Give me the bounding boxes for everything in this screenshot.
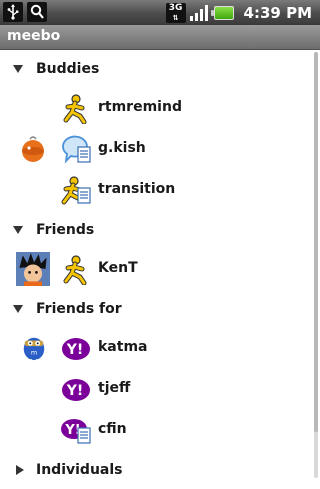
app-title: meebo — [7, 28, 61, 44]
svg-text:Y!: Y! — [66, 383, 84, 399]
usb-icon — [3, 2, 23, 22]
svg-text:m: m — [31, 349, 37, 357]
notification-area — [3, 2, 47, 22]
expanded-arrow-icon — [13, 65, 23, 73]
network-3g-icon: 3G ⇅ — [165, 2, 186, 23]
buddy-row-cfin[interactable]: Y! cfin — [0, 410, 320, 451]
buddy-list[interactable]: Buddies rtmremind g.kish transition Frie… — [0, 50, 320, 489]
status-bar: 3G ⇅ 4:39 PM — [0, 0, 320, 25]
group-header-friends-for[interactable]: Friends for — [0, 290, 320, 328]
buddy-name: KenT — [98, 260, 138, 276]
buddy-name: katma — [98, 339, 148, 355]
group-label: Individuals — [36, 462, 123, 478]
buddy-row-rtmremind[interactable]: rtmremind — [0, 88, 320, 129]
buddy-row-katma[interactable]: m Y! katma — [0, 328, 320, 369]
buddy-name: cfin — [98, 421, 127, 437]
buddy-name: g.kish — [98, 140, 146, 156]
expanded-arrow-icon — [13, 226, 23, 234]
battery-icon — [210, 5, 234, 20]
buddy-name: tjeff — [98, 380, 131, 396]
expanded-arrow-icon — [13, 305, 23, 313]
group-label: Friends for — [36, 301, 122, 317]
buddy-row-tjeff[interactable]: Y! tjeff — [0, 369, 320, 410]
network-label: 3G — [168, 2, 183, 13]
group-header-individuals[interactable]: Individuals — [0, 451, 320, 489]
buddy-row-transition[interactable]: transition — [0, 170, 320, 211]
scrollbar-thumb[interactable] — [314, 52, 318, 432]
aim-running-man-icon — [63, 94, 87, 124]
buddy-name: rtmremind — [98, 99, 182, 115]
aim-idle-icon — [61, 176, 91, 205]
group-header-friends[interactable]: Friends — [0, 211, 320, 249]
svg-text:Y!: Y! — [66, 342, 84, 358]
buddy-avatar — [22, 136, 44, 162]
group-label: Buddies — [36, 61, 100, 77]
gtalk-idle-icon — [62, 135, 91, 164]
notification-icon — [27, 2, 47, 22]
system-icons: 3G ⇅ 4:39 PM — [165, 2, 312, 23]
buddy-avatar: m — [23, 337, 45, 362]
app-title-bar: meebo — [0, 25, 320, 50]
buddy-row-kent[interactable]: KenT — [0, 249, 320, 290]
collapsed-arrow-icon — [16, 465, 24, 475]
aim-running-man-icon — [63, 255, 87, 285]
group-label: Friends — [36, 222, 95, 238]
buddy-name: transition — [98, 181, 176, 197]
yahoo-icon: Y! — [62, 379, 90, 401]
buddy-row-g-kish[interactable]: g.kish — [0, 129, 320, 170]
group-header-buddies[interactable]: Buddies — [0, 50, 320, 88]
yahoo-icon: Y! — [62, 338, 90, 360]
buddy-avatar — [16, 252, 50, 286]
scrollbar[interactable] — [314, 52, 318, 478]
yahoo-idle-icon: Y! — [61, 419, 91, 444]
signal-icon — [189, 4, 208, 21]
clock: 4:39 PM — [243, 3, 312, 22]
